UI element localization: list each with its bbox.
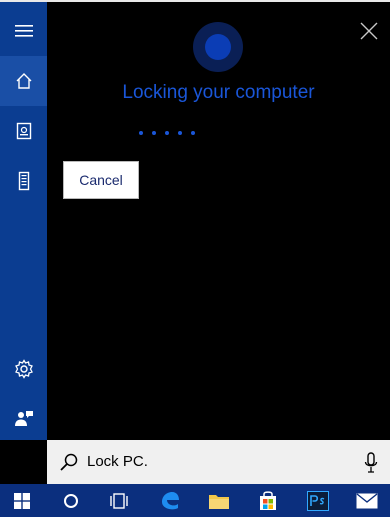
- notebook-icon: [16, 122, 31, 140]
- home-button[interactable]: [0, 56, 47, 106]
- notebook-button[interactable]: [0, 106, 47, 156]
- phone-icon: [18, 171, 29, 191]
- mail-icon: [356, 492, 378, 508]
- cortana-sidebar: [0, 2, 47, 440]
- taskbar: [0, 484, 390, 517]
- windows-start-icon: [14, 492, 30, 509]
- cortana-orb: [193, 22, 243, 72]
- store-button[interactable]: [248, 484, 288, 517]
- microphone-icon[interactable]: [364, 452, 378, 474]
- edge-button[interactable]: [150, 484, 190, 517]
- cortana-taskbar-button[interactable]: [51, 484, 91, 517]
- file-explorer-button[interactable]: [199, 484, 239, 517]
- photoshop-button[interactable]: [298, 484, 338, 517]
- devices-button[interactable]: [0, 156, 47, 206]
- search-box[interactable]: Lock PC.: [47, 440, 390, 484]
- feedback-icon: [14, 411, 33, 426]
- task-view-icon: [110, 492, 128, 509]
- hamburger-icon: [14, 25, 33, 37]
- home-icon: [16, 73, 31, 89]
- search-icon: [60, 453, 78, 471]
- cancel-button[interactable]: Cancel: [63, 161, 139, 199]
- gear-icon: [14, 359, 33, 379]
- edge-icon: [162, 491, 179, 509]
- file-explorer-icon: [209, 494, 229, 509]
- photoshop-icon: [307, 490, 329, 511]
- settings-button[interactable]: [0, 344, 47, 394]
- close-icon: [360, 22, 378, 40]
- mail-button[interactable]: [347, 484, 387, 517]
- start-button[interactable]: [2, 484, 42, 517]
- store-icon: [260, 490, 276, 510]
- feedback-button[interactable]: [0, 394, 47, 444]
- progress-dots: [139, 131, 195, 135]
- menu-button[interactable]: [0, 6, 47, 56]
- cortana-panel: Locking your computer Cancel: [47, 2, 390, 440]
- cortana-circle-icon: [64, 493, 78, 508]
- status-title: Locking your computer: [122, 82, 315, 103]
- task-view-button[interactable]: [99, 484, 139, 517]
- search-input[interactable]: Lock PC.: [87, 453, 148, 470]
- close-button[interactable]: [358, 20, 380, 42]
